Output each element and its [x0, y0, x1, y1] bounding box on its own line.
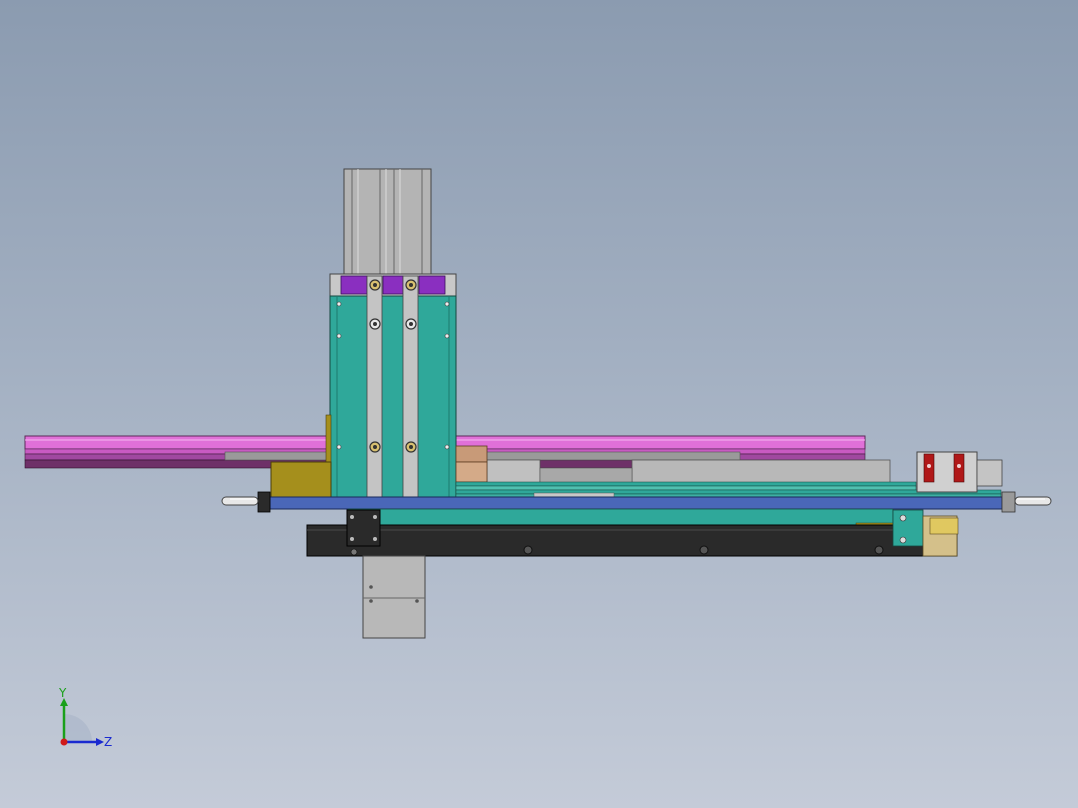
lower-gray-bracket [362, 555, 426, 639]
y-axis-label: Y [58, 686, 67, 700]
z-axis-label: Z [104, 735, 112, 749]
black-base [306, 524, 958, 557]
lower-teal-rail [347, 508, 897, 528]
coordinate-triad: Y Z [58, 686, 112, 749]
cad-viewport[interactable] [0, 0, 1078, 808]
cylinder-body [343, 168, 432, 275]
tan-block [455, 445, 488, 483]
vertical-slide-column [329, 273, 457, 498]
end-sensor-block [916, 451, 1003, 493]
x-axis-origin [60, 738, 68, 746]
